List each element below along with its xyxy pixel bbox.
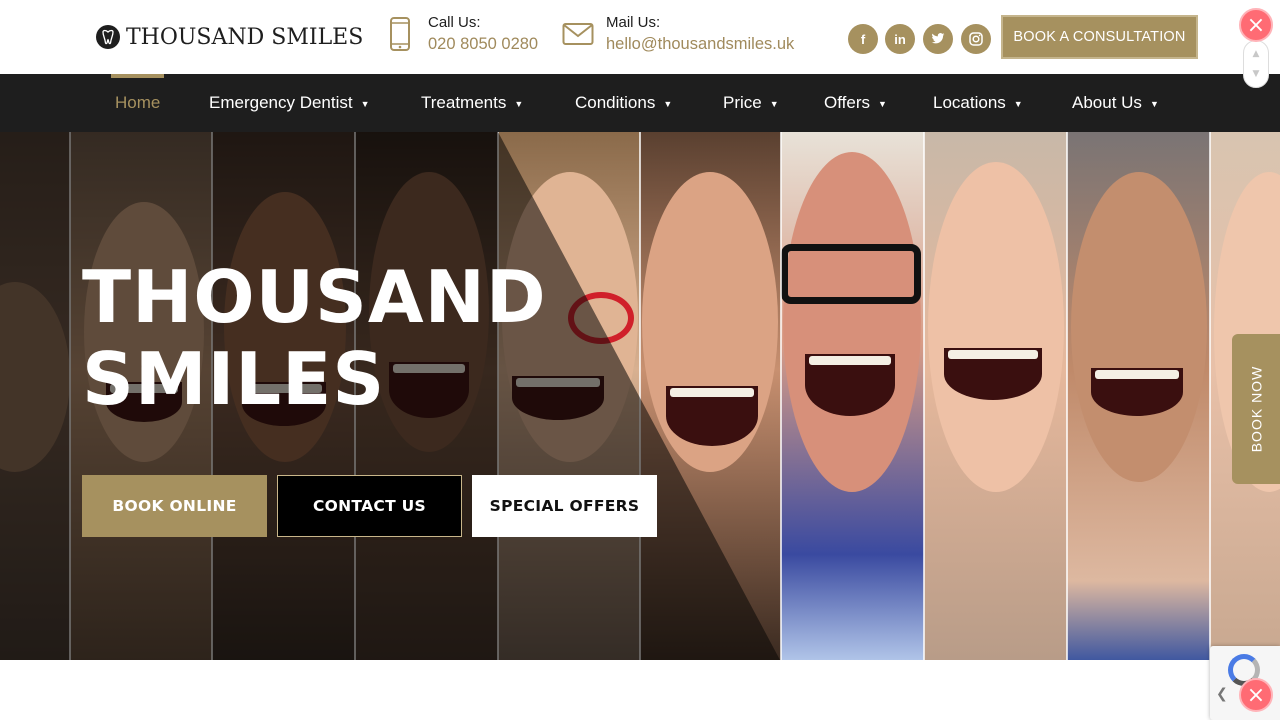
- nav-item-locations[interactable]: Locations ▼: [933, 74, 1023, 132]
- hero-title-line2: SMILES: [82, 337, 386, 421]
- hero-title-line1: THOUSAND: [82, 255, 547, 339]
- mail-us-block[interactable]: Mail Us: hello@thousandsmiles.uk: [562, 14, 794, 55]
- nav-label: About Us: [1072, 93, 1142, 112]
- nav-label: Locations: [933, 93, 1006, 112]
- hero-image-strip: [781, 132, 924, 660]
- book-consultation-button[interactable]: BOOK A CONSULTATION: [1001, 15, 1198, 59]
- book-now-label: BOOK NOW: [1248, 365, 1264, 453]
- phone-number-link[interactable]: 020 8050 0280: [428, 33, 538, 55]
- chevron-up-icon[interactable]: ▲: [1253, 49, 1260, 59]
- contact-us-button[interactable]: CONTACT US: [277, 475, 462, 537]
- phone-icon: [384, 14, 416, 54]
- linkedin-icon[interactable]: in: [885, 24, 915, 54]
- mail-us-title: Mail Us:: [606, 14, 661, 31]
- nav-item-offers[interactable]: Offers ▼: [824, 74, 887, 132]
- nav-item-emergency-dentist[interactable]: Emergency Dentist ▼: [209, 74, 370, 132]
- close-icon[interactable]: ×: [1239, 8, 1273, 42]
- caret-down-icon: ▼: [360, 99, 370, 109]
- call-us-title: Call Us:: [428, 14, 481, 31]
- site-logo[interactable]: THOUSAND SMILES: [96, 22, 363, 52]
- nav-item-treatments[interactable]: Treatments ▼: [421, 74, 523, 132]
- nav-label: Conditions: [575, 93, 656, 112]
- call-us-block[interactable]: Call Us: 020 8050 0280: [384, 14, 538, 55]
- book-now-side-tab[interactable]: BOOK NOW: [1232, 334, 1280, 484]
- nav-item-conditions[interactable]: Conditions ▼: [575, 74, 672, 132]
- facebook-icon[interactable]: f: [848, 24, 878, 54]
- caret-down-icon: ▼: [769, 99, 779, 109]
- chevron-left-icon[interactable]: ❮: [1216, 686, 1228, 702]
- nav-label: Offers: [824, 93, 870, 112]
- strip-divider: [1209, 132, 1211, 660]
- nav-label: Treatments: [421, 93, 507, 112]
- instagram-icon[interactable]: [961, 24, 991, 54]
- email-link[interactable]: hello@thousandsmiles.uk: [606, 33, 794, 55]
- main-nav: Home Emergency Dentist ▼ Treatments ▼ Co…: [0, 74, 1280, 132]
- mail-us-text: Mail Us: hello@thousandsmiles.uk: [606, 14, 794, 55]
- caret-down-icon: ▼: [877, 99, 887, 109]
- scroll-widget[interactable]: ▲ ▼: [1243, 40, 1269, 88]
- nav-label: Price: [723, 93, 762, 112]
- hero-banner: THOUSAND SMILES BOOK ONLINE CONTACT US S…: [0, 132, 1280, 660]
- hero-title: THOUSAND SMILES: [82, 256, 547, 420]
- strip-divider: [923, 132, 925, 660]
- strip-divider: [1066, 132, 1068, 660]
- nav-item-home[interactable]: Home: [110, 74, 165, 132]
- hero-image-strip: [924, 132, 1067, 660]
- envelope-icon: [562, 14, 594, 54]
- nav-label: Emergency Dentist: [209, 93, 353, 112]
- caret-down-icon: ▼: [663, 99, 673, 109]
- caret-down-icon: ▼: [1149, 99, 1159, 109]
- nav-item-about-us[interactable]: About Us ▼: [1072, 74, 1159, 132]
- caret-down-icon: ▼: [514, 99, 524, 109]
- tooth-logo-icon: [96, 25, 120, 49]
- hero-image-strip: [1067, 132, 1210, 660]
- strip-divider: [780, 132, 782, 660]
- caret-down-icon: ▼: [1013, 99, 1023, 109]
- chevron-down-icon[interactable]: ▼: [1253, 69, 1260, 79]
- twitter-icon[interactable]: [923, 24, 953, 54]
- top-header: THOUSAND SMILES Call Us: 020 8050 0280 M…: [0, 0, 1280, 74]
- call-us-text: Call Us: 020 8050 0280: [428, 14, 538, 55]
- logo-text: THOUSAND SMILES: [126, 24, 364, 50]
- nav-label: Home: [115, 93, 161, 112]
- special-offers-button[interactable]: SPECIAL OFFERS: [472, 475, 657, 537]
- nav-item-price[interactable]: Price ▼: [723, 74, 779, 132]
- close-icon[interactable]: ×: [1239, 678, 1273, 712]
- book-online-button[interactable]: BOOK ONLINE: [82, 475, 267, 537]
